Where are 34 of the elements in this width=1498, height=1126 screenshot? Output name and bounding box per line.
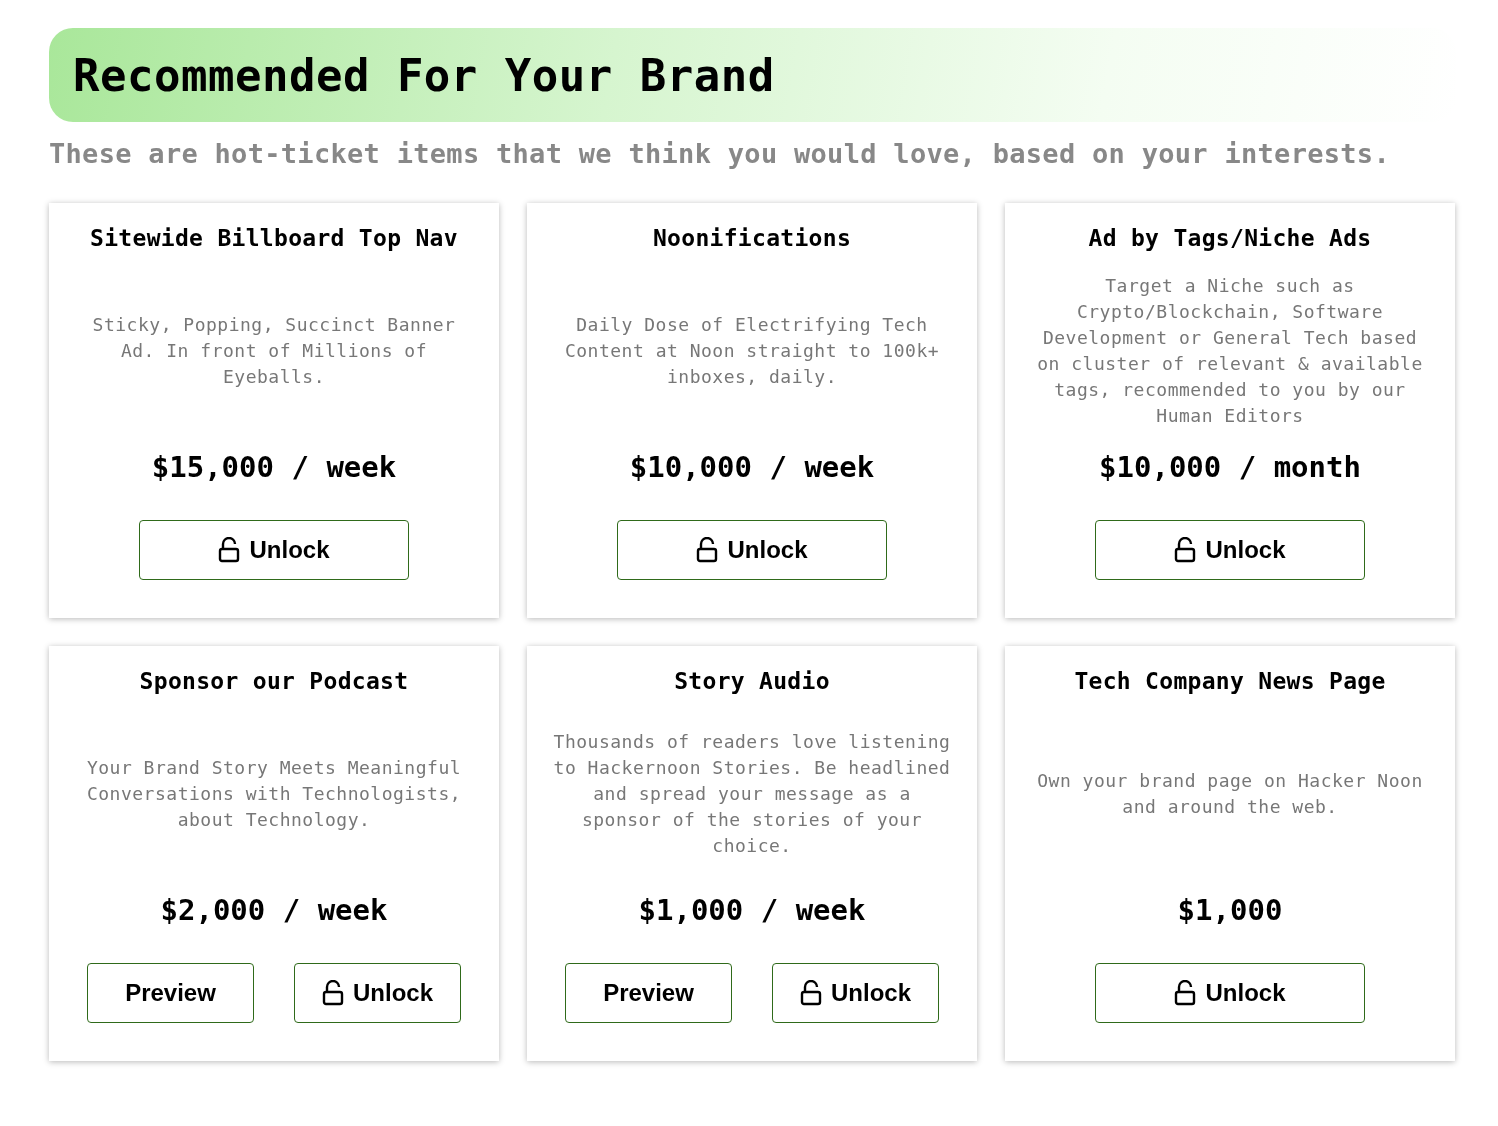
unlock-button[interactable]: Unlock: [139, 520, 409, 580]
card-price: $15,000 / week: [151, 450, 397, 484]
card-price: $1,000 / week: [638, 893, 866, 927]
unlock-button[interactable]: Unlock: [1095, 520, 1365, 580]
card-title: Sponsor our Podcast: [139, 668, 409, 694]
page-title: Recommended For Your Brand: [73, 49, 775, 101]
page-subtitle: These are hot-ticket items that we think you would love, based on your interests.: [49, 138, 1391, 169]
card-description: Own your brand page on Hacker Noon and around the web.: [1036, 768, 1424, 819]
card-price: $10,000 / month: [1099, 450, 1361, 484]
card-title: Sitewide Billboard Top Nav: [90, 225, 458, 251]
unlock-icon: [1174, 980, 1197, 1006]
card-price: $2,000 / week: [160, 893, 388, 927]
unlock-icon: [800, 980, 822, 1006]
unlock-button[interactable]: Unlock: [772, 963, 939, 1023]
card-description: Target a Niche such as Crypto/Blockchain, Software Development or General Tech based on cluster of relevant & available tags, recommended to you by our Human Editors: [1036, 273, 1424, 428]
card-title: Story Audio: [674, 668, 830, 694]
card-description: Sticky, Popping, Succinct Banner Ad. In front of Millions of Eyeballs.: [91, 312, 457, 389]
card-description: Thousands of readers love listening to Hackernoon Stories. Be headlined and spread your message as a sponsor of the stories of your choice.: [552, 729, 952, 858]
unlock-button[interactable]: Unlock: [1095, 963, 1365, 1023]
card-title: Noonifications: [652, 225, 852, 251]
card-title: Ad by Tags/Niche Ads: [1088, 225, 1372, 251]
preview-button[interactable]: Preview: [87, 963, 254, 1023]
card-price: $1,000: [1177, 893, 1283, 927]
unlock-icon: [218, 537, 241, 563]
unlock-icon: [696, 537, 719, 563]
card-price: $10,000 / week: [629, 450, 875, 484]
unlock-button[interactable]: Unlock: [294, 963, 461, 1023]
card-title: Tech Company News Page: [1074, 668, 1386, 694]
card-description: Your Brand Story Meets Meaningful Conversations with Technologists, about Technology.: [85, 755, 463, 832]
unlock-icon: [1174, 537, 1197, 563]
unlock-button[interactable]: Unlock: [617, 520, 887, 580]
preview-button[interactable]: Preview: [565, 963, 732, 1023]
unlock-icon: [322, 980, 344, 1006]
card-description: Daily Dose of Electrifying Tech Content at Noon straight to 100k+ inboxes, daily.: [563, 312, 941, 389]
